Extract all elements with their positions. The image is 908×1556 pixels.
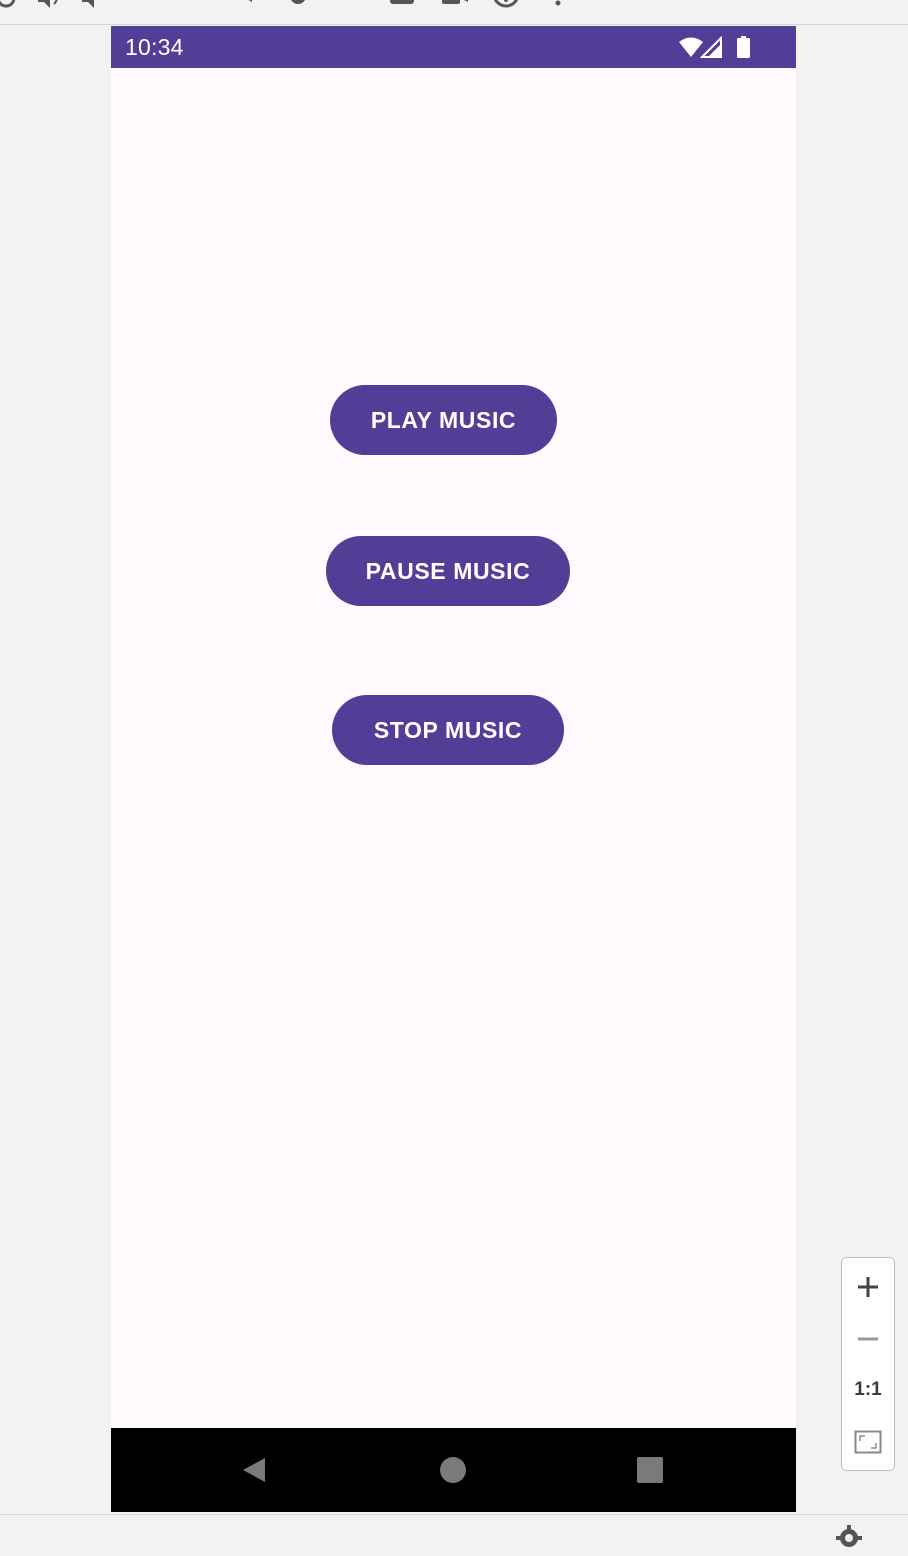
record-video-icon[interactable] — [440, 0, 468, 8]
back-icon[interactable] — [234, 1450, 274, 1490]
emulator-bottom-strip — [0, 1514, 908, 1547]
rotate-right-icon[interactable] — [180, 0, 200, 8]
stop-music-button[interactable]: STOP MUSIC — [332, 695, 564, 765]
emulator-toolbar — [0, 0, 908, 25]
more-options-icon[interactable] — [550, 0, 570, 8]
zoom-out-button[interactable] — [842, 1315, 894, 1363]
zoom-in-icon — [858, 1277, 878, 1297]
app-content: PLAY MUSIC PAUSE MUSIC STOP MUSIC — [111, 68, 796, 1428]
overview-square-icon[interactable] — [340, 0, 360, 8]
screenshot-icon[interactable] — [388, 0, 414, 8]
recents-icon[interactable] — [630, 1450, 670, 1490]
battery-icon — [737, 36, 750, 58]
home-icon[interactable] — [433, 1450, 473, 1490]
back-triangle-icon[interactable] — [238, 0, 258, 8]
help-icon[interactable] — [492, 0, 519, 8]
zoom-out-icon — [858, 1337, 878, 1341]
gear-icon[interactable] — [836, 1525, 862, 1551]
status-time: 10:34 — [125, 34, 184, 60]
zoom-in-button[interactable] — [842, 1263, 894, 1311]
pause-music-button[interactable]: PAUSE MUSIC — [326, 536, 570, 606]
status-bar: 10:34 — [111, 26, 796, 68]
home-circle-icon[interactable] — [288, 0, 308, 8]
phone-screen: 10:34 PLAY MUSIC PAUSE MUSIC STOP MUSIC — [111, 26, 796, 1512]
rotate-left-icon[interactable] — [126, 0, 146, 8]
volume-up-icon[interactable] — [36, 0, 58, 8]
fit-screen-button[interactable] — [842, 1418, 894, 1466]
play-music-button[interactable]: PLAY MUSIC — [330, 385, 557, 455]
actual-size-button[interactable]: 1:1 — [842, 1366, 894, 1414]
power-icon[interactable] — [0, 0, 20, 8]
cell-signal-icon — [700, 36, 722, 58]
fit-screen-icon — [854, 1430, 882, 1454]
zoom-panel: 1:1 — [841, 1257, 895, 1471]
volume-down-icon[interactable] — [80, 0, 100, 8]
navigation-bar — [111, 1428, 796, 1512]
